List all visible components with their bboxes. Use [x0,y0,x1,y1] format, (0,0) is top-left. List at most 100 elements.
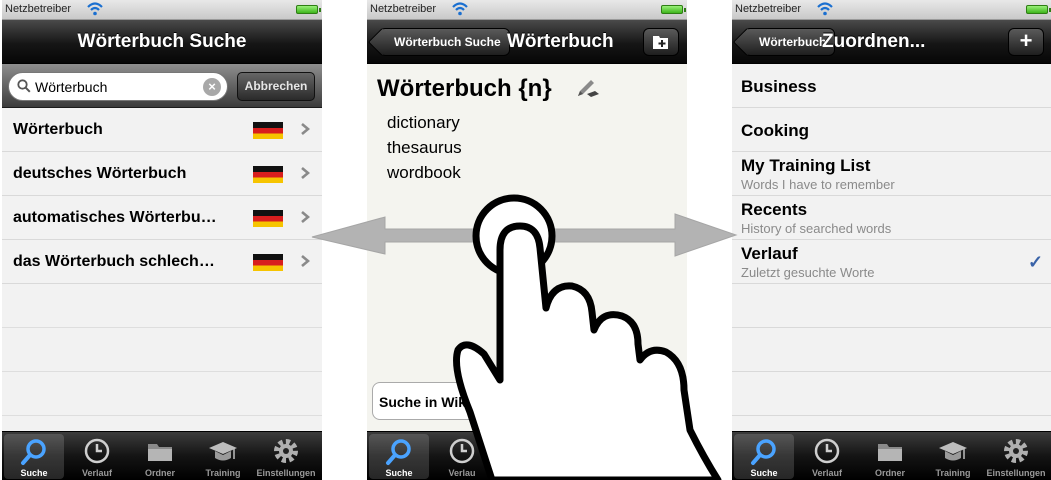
folder-subtitle: Zuletzt gesuchte Worte [741,265,875,280]
checkmark-icon: ✓ [1028,252,1044,272]
nav-bar: Wörterbuch Suche Wörterbuch [367,20,687,64]
result-row[interactable]: automatisches Wörterbu… [2,196,322,240]
folder-name: Verlauf [741,244,798,263]
clock-icon [84,438,110,464]
battery-icon [1026,5,1051,14]
add-button[interactable]: + [1008,28,1044,56]
translation-item: thesaurus [387,138,462,157]
tab-label: Training [205,468,241,478]
folder-row[interactable]: Verlauf Zuletzt gesuchte Worte ✓ [732,240,1051,284]
page-title: Zuordnen... [822,31,926,52]
search-field[interactable]: × [8,72,228,101]
back-button-label: Wörterbuch Suche [394,35,501,49]
tab-folders[interactable]: Ordner [130,434,190,479]
tab-search[interactable]: Suche [369,434,429,479]
wifi-icon [452,2,468,16]
result-list: Wörterbuch deutsches Wörterbuch automati… [2,108,322,416]
german-flag-icon [253,166,283,183]
chevron-right-icon [301,211,310,223]
result-text: automatisches Wörterbu… [13,209,217,226]
search-input[interactable] [35,78,199,96]
chevron-right-icon [301,167,310,179]
folder-row[interactable]: Cooking [732,108,1051,152]
result-text: Wörterbuch [13,121,103,138]
add-to-folder-button[interactable] [643,28,679,56]
folder-add-icon [653,36,668,49]
folder-subtitle: History of searched words [741,221,892,236]
tab-label: Ordner [144,468,175,478]
empty-row [732,328,1051,372]
page-title: Wörterbuch [507,31,614,52]
cancel-button[interactable]: Abbrechen [237,72,315,101]
carrier-label: Netzbetreiber [5,3,72,15]
clear-search-button[interactable]: × [203,78,221,96]
battery-icon [661,5,686,14]
back-button-label: Wörterbuch [759,35,827,49]
entry-title: Wörterbuch {n} [377,75,552,102]
tab-label: Suche [385,468,413,478]
folder-icon [878,444,902,461]
tab-history[interactable]: Verlauf [797,434,857,479]
edit-pencil-icon[interactable] [575,78,599,100]
carrier-label: Netzbetreiber [735,3,802,15]
result-row[interactable]: deutsches Wörterbuch [2,152,322,196]
tab-bar: Suche Verlauf Ordner Training Einstellun… [2,431,322,480]
tab-label: Ordner [874,468,905,478]
tab-search[interactable]: Suche [4,434,64,479]
tab-search[interactable]: Suche [734,434,794,479]
folder-name: My Training List [741,156,871,175]
tab-folders[interactable]: Ordner [860,434,920,479]
clock-icon [814,438,840,464]
clock-icon [449,438,475,464]
back-button[interactable]: Wörterbuch Suche [379,28,510,56]
phone-search-screen: Netzbetreiber Wörterbuch Suche × Abbrech… [2,0,322,480]
folder-icon [148,444,172,461]
translation-list: dictionary thesaurus wordbook [387,112,462,187]
result-text: deutsches Wörterbuch [13,165,187,182]
phone-detail-screen: Netzbetreiber Wörterbuch Suche Wörterbuc… [367,0,687,480]
search-icon [751,439,776,465]
status-bar: Netzbetreiber [732,0,1051,20]
folder-row[interactable]: Business [732,64,1051,108]
tab-label: Verlau [448,468,476,478]
gear-icon [1004,439,1028,463]
page-title: Wörterbuch Suche [77,31,247,52]
result-row[interactable]: das Wörterbuch schlech… [2,240,322,284]
wiki-search-button[interactable]: Suche in Wiki [372,382,562,420]
nav-bar: Wörterbuch Zuordnen... + [732,20,1051,64]
chevron-right-icon [301,123,310,135]
result-text: das Wörterbuch schlech… [13,253,215,270]
tab-label: Einstellungen [256,468,316,478]
gear-icon [274,439,298,463]
result-row[interactable]: Wörterbuch [2,108,322,152]
graduation-cap-icon [939,442,967,461]
folder-name: Business [741,77,817,96]
tab-history[interactable]: Verlau [432,434,492,479]
folder-row[interactable]: My Training List Words I have to remembe… [732,152,1051,196]
tab-settings[interactable]: Einstellungen [986,434,1046,479]
german-flag-icon [253,210,283,227]
battery-icon [296,5,321,14]
folder-subtitle: Words I have to remember [741,177,895,192]
carrier-label: Netzbetreiber [370,3,437,15]
tab-label: Einstellungen [986,468,1046,478]
tab-label: Suche [20,468,48,478]
search-icon [21,439,46,465]
graduation-cap-icon [209,442,237,461]
translation-item: dictionary [387,113,460,132]
search-bar: × Abbrechen [2,64,322,108]
folder-name: Recents [741,200,808,219]
wifi-icon [87,2,103,16]
folder-row[interactable]: Recents History of searched words [732,196,1051,240]
empty-row [2,328,322,372]
nav-bar: Wörterbuch Suche [2,20,322,64]
tab-training[interactable]: Training [193,434,253,479]
tab-settings[interactable]: Einstellungen [256,434,316,479]
tab-label: Training [935,468,971,478]
german-flag-icon [253,254,283,271]
status-bar: Netzbetreiber [367,0,687,20]
tab-history[interactable]: Verlauf [67,434,127,479]
tab-bar: Suche Verlauf Ordner Training Einstellun… [732,431,1051,480]
tab-label: Verlauf [81,468,112,478]
tab-training[interactable]: Training [923,434,983,479]
